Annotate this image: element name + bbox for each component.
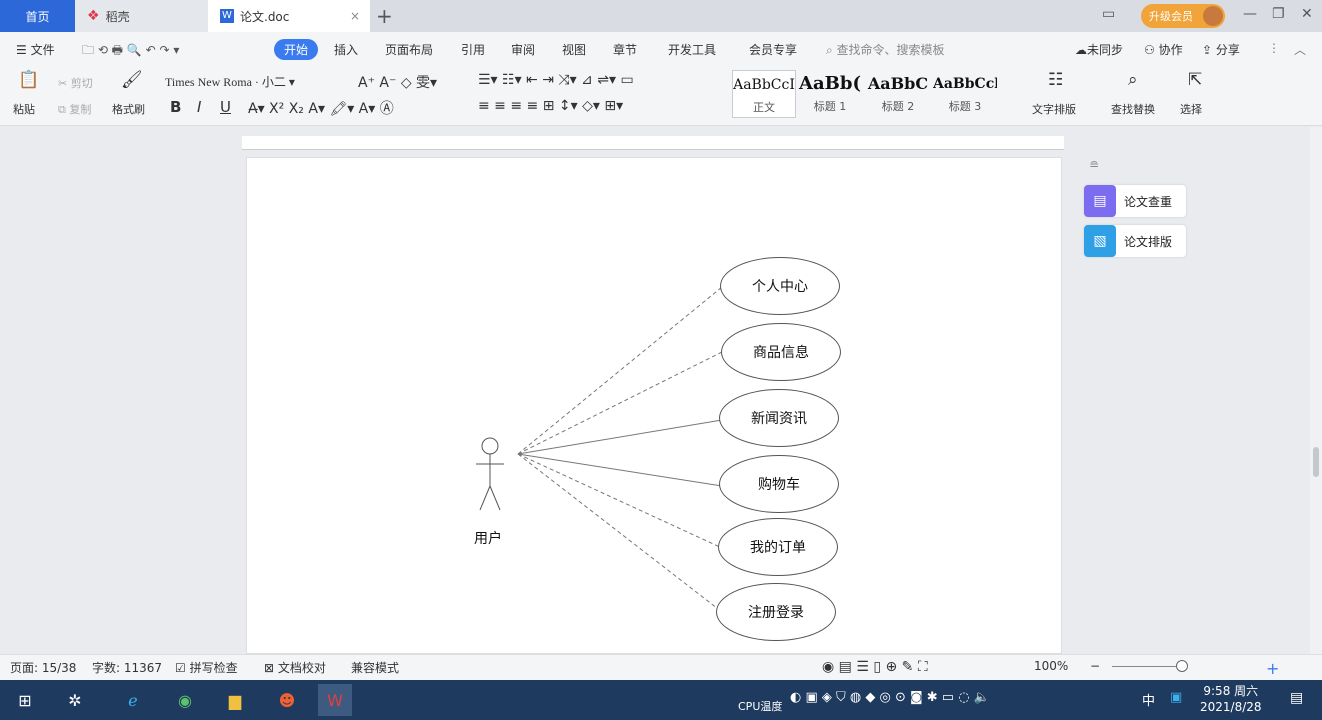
link-personal-center xyxy=(517,286,723,455)
vertical-scrollbar[interactable] xyxy=(1310,127,1322,654)
file-explorer-icon[interactable]: ▆ xyxy=(218,684,252,716)
actor-left-leg xyxy=(479,485,491,511)
clock-time: 9:58 周六 xyxy=(1203,684,1259,698)
tray-icons[interactable]: ◐ ▣ ◈ ⛉ ◍ ◆ ◎ ⊙ ◙ ✱ ▭ ◌ 🔈 xyxy=(790,690,990,705)
use-case-register-login: 注册登录 xyxy=(716,583,836,641)
use-case-cart: 购物车 xyxy=(719,455,839,513)
app-icon[interactable]: ☻ xyxy=(270,684,304,716)
link-news xyxy=(517,419,723,455)
view-mode-icons[interactable]: ◉ ▤ ☰ ▯ ⊕ ✎ ⛶ xyxy=(822,659,928,675)
proofread-label: 文档校对 xyxy=(277,661,326,675)
ie-browser-icon[interactable]: ℯ xyxy=(116,684,150,716)
paper-check-button[interactable]: ▤ 论文查重 xyxy=(1084,185,1186,217)
task-view-icon[interactable]: ✲ xyxy=(58,684,92,716)
compat-mode-label: 兼容模式 xyxy=(351,661,400,675)
proofread-button[interactable]: ⊠ 文档校对 xyxy=(264,659,326,676)
cpu-temperature[interactable]: CPU温度 xyxy=(738,698,782,714)
actor-label: 用户 xyxy=(474,531,502,547)
paper-layout-button[interactable]: ▧ 论文排版 xyxy=(1084,225,1186,257)
windows-start-icon[interactable]: ⊞ xyxy=(8,684,42,716)
use-case-product-info: 商品信息 xyxy=(721,323,841,381)
proofread-icon: ⊠ xyxy=(264,661,278,675)
page-indicator[interactable]: 页面: 15/38 xyxy=(10,659,76,676)
link-cart xyxy=(517,453,723,487)
zoom-in-icon[interactable]: + xyxy=(1266,659,1279,678)
use-case-personal-center: 个人中心 xyxy=(720,257,840,315)
zoom-slider-handle[interactable] xyxy=(1176,660,1188,672)
actor-right-leg xyxy=(489,485,501,511)
system-clock[interactable]: 9:58 周六 2021/8/28 xyxy=(1200,683,1262,715)
notification-icon[interactable]: ▤ xyxy=(1290,690,1303,706)
clock-date: 2021/8/28 xyxy=(1200,700,1262,714)
link-product-info xyxy=(517,351,723,455)
use-case-orders: 我的订单 xyxy=(718,518,838,576)
zoom-out-icon[interactable]: − xyxy=(1090,659,1100,673)
paper-check-label: 论文查重 xyxy=(1124,194,1173,209)
checkbox-icon: ☑ xyxy=(175,661,190,675)
actor-head xyxy=(481,437,499,455)
spell-check-label: 拼写检查 xyxy=(189,661,238,675)
zoom-slider-track[interactable] xyxy=(1112,666,1182,667)
ime-indicator[interactable]: 中 xyxy=(1142,690,1155,709)
paper-layout-icon: ▧ xyxy=(1084,225,1116,257)
use-case-diagram xyxy=(476,286,723,613)
wps-writer-taskbar-icon[interactable]: W xyxy=(318,684,352,716)
link-register-login xyxy=(517,453,723,613)
spell-check-toggle[interactable]: ☑ 拼写检查 xyxy=(175,659,238,676)
side-panel-toggle-icon[interactable]: ≘ xyxy=(1089,158,1099,172)
zoom-level[interactable]: 100% xyxy=(1034,659,1068,673)
use-case-news: 新闻资讯 xyxy=(719,389,839,447)
link-orders xyxy=(517,453,723,549)
paper-layout-label: 论文排版 xyxy=(1124,234,1173,249)
word-count[interactable]: 字数: 11367 xyxy=(92,659,162,676)
browser-icon[interactable]: ◉ xyxy=(168,684,202,716)
scrollbar-thumb[interactable] xyxy=(1313,447,1319,477)
paper-check-icon: ▤ xyxy=(1084,185,1116,217)
qq-icon[interactable]: ▣ xyxy=(1170,690,1182,705)
